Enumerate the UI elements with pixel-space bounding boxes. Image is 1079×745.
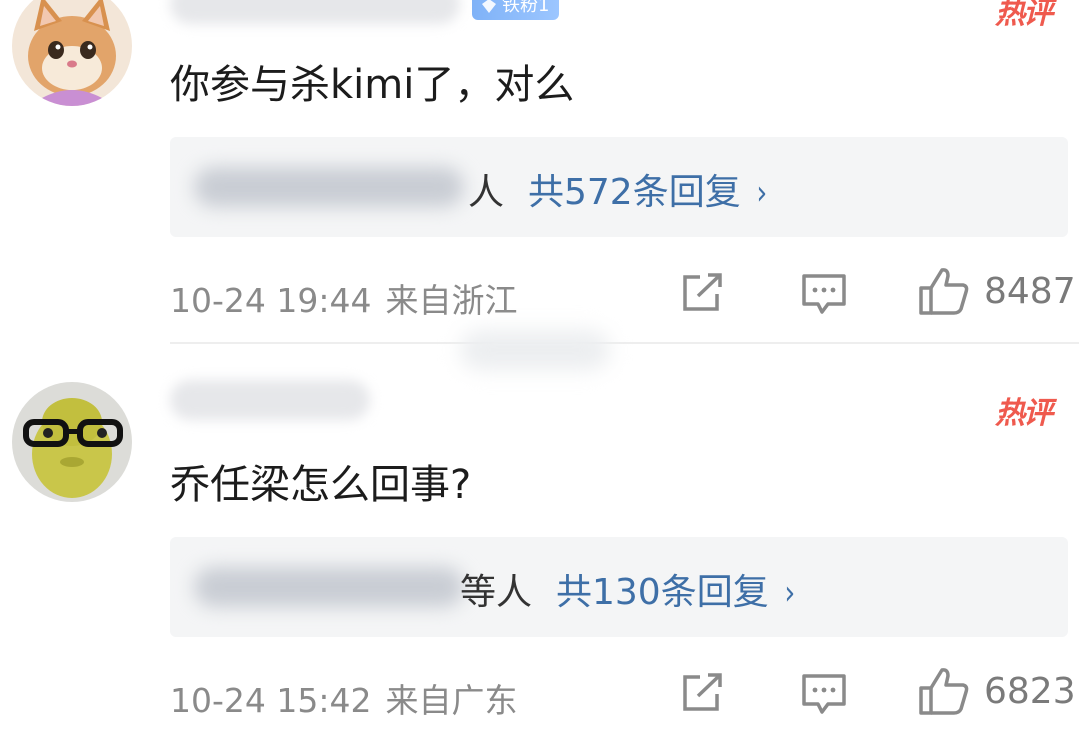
fan-badge: 铁粉1	[472, 0, 560, 20]
hot-comment-tag: 热评	[995, 0, 1053, 31]
comment-item: 热评 乔任梁怎么回事? 等人 共130条回复 › 10-24 15:42 来自广东	[0, 380, 1079, 745]
comment-location: 来自浙江	[385, 281, 518, 320]
comment-meta: 10-24 15:42 来自广东	[170, 674, 517, 722]
replier-names-redacted	[194, 567, 464, 607]
share-button[interactable]	[680, 672, 726, 714]
comment-icon	[802, 274, 846, 314]
like-count: 8487	[984, 270, 1076, 312]
comment-feed: 铁粉1 热评 你参与杀kimi了，对么 人 共572条回复 › 10-24 19:…	[0, 0, 1079, 745]
comment-text: 乔任梁怎么回事?	[170, 462, 472, 508]
reply-summary[interactable]: 人 共572条回复 ›	[170, 137, 1068, 237]
cat-avatar-icon	[12, 0, 132, 106]
username-redacted[interactable]	[170, 0, 460, 24]
background-smudge	[460, 330, 610, 370]
share-icon	[683, 273, 722, 311]
like-button[interactable]: 8487	[918, 266, 1076, 316]
comment-date: 10-24 15:42	[170, 681, 372, 720]
comment-item: 铁粉1 热评 你参与杀kimi了，对么 人 共572条回复 › 10-24 19:…	[0, 0, 1079, 345]
view-replies-link[interactable]: 共572条回复 ›	[528, 163, 768, 215]
reply-count-label: 共572条回复	[528, 172, 741, 213]
hot-comment-tag: 热评	[995, 396, 1053, 431]
divider	[170, 342, 1079, 344]
avatar[interactable]	[12, 0, 132, 106]
chevron-right-icon: ›	[784, 573, 795, 613]
thumbs-up-icon	[919, 668, 969, 715]
comment-text: 你参与杀kimi了，对么	[170, 62, 575, 108]
fan-badge-label: 铁粉1	[502, 0, 550, 16]
replier-names-redacted	[194, 167, 464, 207]
frog-avatar-icon	[12, 382, 132, 502]
chevron-right-icon: ›	[756, 173, 767, 213]
reply-people-label: 人	[468, 172, 505, 213]
reply-summary[interactable]: 等人 共130条回复 ›	[170, 537, 1068, 637]
comment-button[interactable]	[800, 272, 848, 316]
avatar[interactable]	[12, 382, 132, 502]
comment-meta: 10-24 19:44 来自浙江	[170, 274, 517, 322]
reply-count-label: 共130条回复	[556, 572, 769, 613]
reply-people-label: 等人	[460, 572, 533, 613]
comment-icon	[802, 674, 846, 714]
comment-button[interactable]	[800, 672, 848, 716]
share-button[interactable]	[680, 272, 726, 314]
like-button[interactable]: 6823	[918, 666, 1076, 716]
comment-date: 10-24 19:44	[170, 281, 372, 320]
share-icon	[683, 673, 722, 711]
thumbs-up-icon	[919, 268, 969, 315]
diamond-icon	[482, 0, 496, 13]
username-redacted[interactable]	[170, 380, 370, 420]
like-count: 6823	[984, 670, 1076, 712]
comment-location: 来自广东	[385, 681, 518, 720]
view-replies-link[interactable]: 共130条回复 ›	[556, 563, 796, 615]
